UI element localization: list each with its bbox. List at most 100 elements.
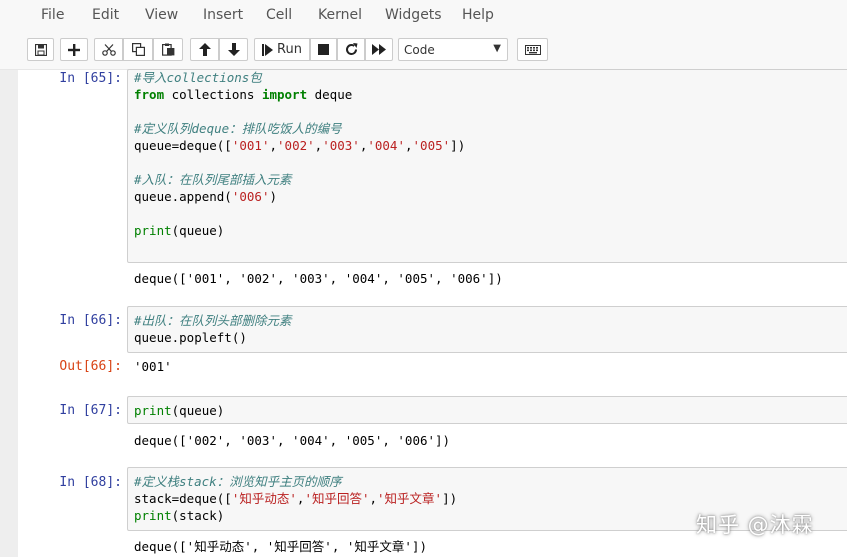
code-token: '知乎回答': [304, 491, 370, 506]
code-token: (stack): [171, 508, 225, 523]
code-token: queue.popleft(): [134, 330, 247, 345]
code-line: queue.append('006'): [134, 188, 465, 205]
code-token: print: [134, 223, 172, 238]
command-palette-button[interactable]: [517, 38, 548, 61]
code-token: '006': [231, 189, 270, 204]
cut-button[interactable]: [94, 38, 123, 61]
code-line: #入队：在队列尾部插入元素: [134, 171, 465, 188]
paste-icon: [161, 43, 174, 56]
cell-type-select[interactable]: Code ▼: [398, 38, 508, 61]
fast-forward-icon: [372, 44, 386, 55]
cell-output: deque(['001', '002', '003', '004', '005'…: [134, 271, 503, 286]
code-token: ]): [442, 491, 458, 506]
menu-file[interactable]: File: [41, 7, 64, 23]
menu-help[interactable]: Help: [462, 7, 494, 23]
code-token: '002': [277, 138, 315, 153]
toolbar: Run Code ▼: [0, 32, 847, 70]
menu-view[interactable]: View: [145, 7, 178, 23]
cell-output: deque(['002', '003', '004', '005', '006'…: [134, 433, 451, 448]
menu-widgets[interactable]: Widgets: [385, 7, 442, 23]
code-token: import: [261, 87, 308, 102]
menu-cell[interactable]: Cell: [266, 7, 292, 23]
code-cell-input[interactable]: [127, 396, 847, 424]
insert-cell-button[interactable]: [60, 38, 88, 61]
input-prompt: In [65]:: [59, 71, 122, 86]
cell-output: deque(['知乎动态', '知乎回答', '知乎文章']): [134, 539, 427, 554]
code-token: '003': [322, 138, 360, 153]
menu-edit[interactable]: Edit: [92, 7, 119, 23]
output-prompt: Out[66]:: [59, 359, 122, 374]
code-line: queue.popleft(): [134, 329, 292, 346]
code-token: ,: [405, 138, 413, 153]
scissors-icon: [101, 43, 116, 56]
code-token: print: [134, 403, 172, 418]
keyboard-icon: [524, 44, 541, 55]
code-token: ,: [369, 491, 378, 506]
code-editor[interactable]: #出队：在队列头部删除元素 queue.popleft(): [134, 312, 292, 346]
arrow-down-icon: [227, 43, 240, 56]
code-editor[interactable]: #导入collections包 from collections import d…: [134, 69, 465, 239]
code-token: stack=deque([: [134, 491, 232, 506]
cell-output: '001': [134, 359, 172, 374]
save-icon: [34, 43, 47, 56]
code-token: print: [134, 508, 172, 523]
code-token: ): [269, 189, 278, 204]
code-line: print(queue): [134, 402, 224, 419]
restart-kernel-button[interactable]: [337, 38, 365, 61]
code-token: queue=deque([: [134, 138, 232, 153]
interrupt-kernel-button[interactable]: [310, 38, 337, 61]
paste-button[interactable]: [153, 38, 183, 61]
input-prompt: In [68]:: [59, 475, 122, 490]
move-up-button[interactable]: [190, 38, 219, 61]
arrow-up-icon: [198, 43, 211, 56]
code-token: from: [134, 87, 165, 102]
code-line: #导入collections包: [134, 69, 465, 86]
code-token: '005': [412, 138, 451, 153]
code-token: #定义栈stack：浏览知乎主页的顺序: [134, 474, 342, 489]
plus-icon: [68, 43, 80, 56]
code-token: '知乎文章': [377, 491, 443, 506]
menu-insert[interactable]: Insert: [203, 7, 243, 23]
code-line: queue=deque(['001','002','003','004','00…: [134, 137, 465, 154]
code-token: '004': [367, 138, 405, 153]
save-button[interactable]: [27, 38, 54, 61]
code-token: #出队：在队列头部删除元素: [134, 313, 292, 328]
input-prompt: In [67]:: [59, 403, 122, 418]
code-line: #出队：在队列头部删除元素: [134, 312, 292, 329]
code-token: deque: [307, 87, 353, 102]
stop-icon: [318, 44, 329, 55]
code-line: from collections import deque: [134, 86, 465, 103]
cell-type-value: Code: [404, 43, 435, 57]
input-prompt: In [66]:: [59, 313, 122, 328]
run-button[interactable]: Run: [254, 38, 310, 61]
code-token: '001': [231, 138, 270, 153]
code-token: #定义队列deque：排队吃饭人的编号: [134, 121, 342, 136]
code-line: #定义栈stack：浏览知乎主页的顺序: [134, 473, 457, 490]
code-line: print(queue): [134, 222, 465, 239]
watermark: 知乎 @沐霖: [696, 513, 814, 537]
menu-kernel[interactable]: Kernel: [318, 7, 362, 23]
chevron-down-icon: ▼: [493, 43, 501, 54]
code-editor[interactable]: print(queue): [134, 402, 224, 419]
code-token: (queue): [171, 223, 225, 238]
code-token: queue.append(: [134, 189, 232, 204]
code-line: print(stack): [134, 507, 457, 524]
refresh-icon: [345, 43, 357, 55]
copy-button[interactable]: [123, 38, 153, 61]
code-token: '知乎动态': [231, 491, 297, 506]
code-token: ]): [450, 138, 466, 153]
restart-run-all-button[interactable]: [365, 38, 393, 61]
code-token: #导入collections包: [134, 70, 262, 85]
code-token: collections: [164, 87, 262, 102]
code-token: (queue): [171, 403, 225, 418]
run-button-label: Run: [277, 42, 302, 57]
code-line: stack=deque(['知乎动态','知乎回答','知乎文章']): [134, 490, 457, 507]
code-editor[interactable]: #定义栈stack：浏览知乎主页的顺序 stack=deque(['知乎动态','…: [134, 473, 457, 524]
copy-icon: [131, 43, 145, 56]
move-down-button[interactable]: [219, 38, 248, 61]
menu-bar: File Edit View Insert Cell Kernel Widget…: [0, 0, 847, 32]
code-token: ,: [269, 138, 278, 153]
